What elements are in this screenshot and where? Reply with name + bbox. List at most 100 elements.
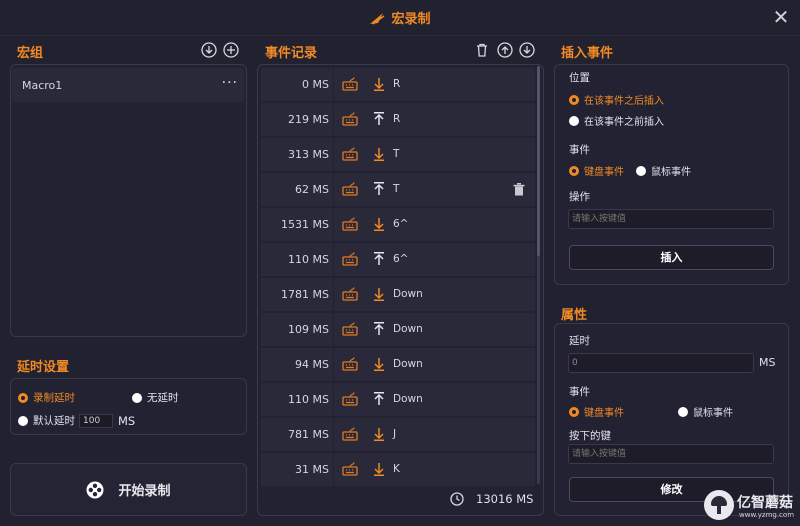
pressed-key-input[interactable] [568, 444, 774, 464]
keyboard-icon [342, 392, 358, 406]
keyboard-icon [342, 322, 358, 336]
event-key: T [393, 148, 400, 160]
row-separator [333, 173, 334, 206]
event-delay: 0 MS [302, 78, 329, 91]
event-row[interactable]: 313 MS T [261, 138, 535, 171]
delay-unit: MS [118, 413, 136, 428]
action-label: 操作 [569, 191, 590, 203]
event-delay: 94 MS [295, 358, 329, 371]
key-up-icon [373, 252, 385, 266]
event-list-scrollbar[interactable] [537, 66, 540, 484]
keyboard-icon [342, 287, 358, 301]
close-icon[interactable]: ✕ [772, 7, 790, 27]
row-separator [333, 453, 334, 486]
event-row[interactable]: 110 MS 6^ [261, 243, 535, 276]
event-key: T [393, 183, 400, 195]
watermark-brand: 亿智蘑菇 [737, 495, 793, 511]
keyboard-icon [342, 112, 358, 126]
event-row[interactable]: 62 MS T [261, 173, 535, 206]
event-row[interactable]: 31 MS K [261, 453, 535, 486]
key-up-icon [373, 112, 385, 126]
import-icon[interactable] [201, 42, 217, 58]
event-delay: 62 MS [295, 183, 329, 196]
key-up-icon [373, 322, 385, 336]
event-type-label: 事件 [569, 144, 590, 156]
move-down-icon[interactable] [519, 42, 535, 58]
insert-event-title: 插入事件 [561, 46, 614, 61]
pressed-key-label: 按下的键 [569, 430, 611, 442]
event-key: J [393, 428, 397, 440]
key-down-icon [373, 147, 385, 162]
key-up-icon [373, 182, 385, 196]
start-recording-label: 开始录制 [118, 484, 171, 499]
scrollbar-thumb[interactable] [537, 66, 540, 256]
events-title: 事件记录 [265, 46, 318, 61]
event-row[interactable]: 0 MS R [261, 68, 535, 101]
radio-no-delay[interactable]: 无延时 [132, 390, 179, 405]
event-delay: 1531 MS [281, 218, 329, 231]
event-key: Down [393, 358, 423, 370]
macro-list-item[interactable]: Macro1 ··· [12, 68, 244, 102]
event-row[interactable]: 1531 MS 6^ [261, 208, 535, 241]
event-delay: 781 MS [288, 428, 329, 441]
radio-prop-keyboard-event[interactable]: 键盘事件 [569, 404, 624, 419]
total-duration: 13016 MS [450, 492, 533, 506]
keyboard-icon [342, 357, 358, 371]
keyboard-icon [342, 427, 358, 441]
macro-list-panel [10, 64, 247, 337]
key-down-icon [373, 287, 385, 302]
properties-title: 属性 [561, 308, 588, 323]
start-recording-button[interactable]: 开始录制 [10, 463, 247, 516]
radio-insert-after[interactable]: 在该事件之后插入 [569, 92, 664, 107]
move-up-icon[interactable] [497, 42, 513, 58]
keyboard-icon [342, 182, 358, 196]
keyboard-icon [342, 77, 358, 91]
radio-insert-before[interactable]: 在该事件之前插入 [569, 113, 664, 128]
event-key: K [393, 463, 400, 475]
radio-dot [569, 165, 579, 176]
delete-row-icon[interactable] [513, 183, 525, 196]
radio-keyboard-event[interactable]: 键盘事件 [569, 163, 624, 178]
event-row[interactable]: 110 MS Down [261, 383, 535, 416]
event-key: R [393, 113, 401, 125]
radio-dot [18, 415, 28, 426]
row-separator [333, 68, 334, 101]
watermark-url: www.yzmg.com [739, 511, 795, 519]
event-key: Down [393, 288, 423, 300]
row-separator [333, 348, 334, 381]
event-row[interactable]: 94 MS Down [261, 348, 535, 381]
macro-name: Macro1 [22, 78, 63, 92]
insert-button[interactable]: 插入 [569, 245, 774, 270]
more-options-icon[interactable]: ··· [222, 76, 238, 90]
key-down-icon [373, 462, 385, 477]
event-row[interactable]: 219 MS R [261, 103, 535, 136]
delay-input[interactable] [568, 353, 754, 373]
default-delay-input[interactable]: 100 [79, 413, 113, 428]
radio-dot [636, 165, 646, 176]
radio-default-delay[interactable]: 默认延时 100 MS [18, 413, 135, 428]
key-down-icon [373, 357, 385, 372]
event-row[interactable]: 781 MS J [261, 418, 535, 451]
event-key: Down [393, 393, 423, 405]
radio-prop-mouse-event[interactable]: 鼠标事件 [678, 404, 733, 419]
radio-mouse-event[interactable]: 鼠标事件 [636, 163, 691, 178]
radio-dot [132, 392, 142, 403]
keyboard-icon [342, 147, 358, 161]
event-row[interactable]: 1781 MS Down [261, 278, 535, 311]
action-key-input[interactable] [568, 209, 774, 229]
radio-record-delay[interactable]: 录制延时 [18, 390, 75, 405]
row-separator [333, 243, 334, 276]
event-delay: 1781 MS [281, 288, 329, 301]
event-key: Down [393, 323, 423, 335]
property-event-label: 事件 [569, 386, 590, 398]
delete-all-icon[interactable] [474, 42, 490, 58]
delay-settings-title: 延时设置 [17, 360, 70, 375]
radio-dot [569, 406, 579, 417]
key-up-icon [373, 392, 385, 406]
row-separator [333, 383, 334, 416]
macro-group-title: 宏组 [17, 46, 44, 61]
add-macro-icon[interactable] [223, 42, 239, 58]
event-delay: 110 MS [288, 393, 329, 406]
event-row[interactable]: 109 MS Down [261, 313, 535, 346]
key-down-icon [373, 217, 385, 232]
